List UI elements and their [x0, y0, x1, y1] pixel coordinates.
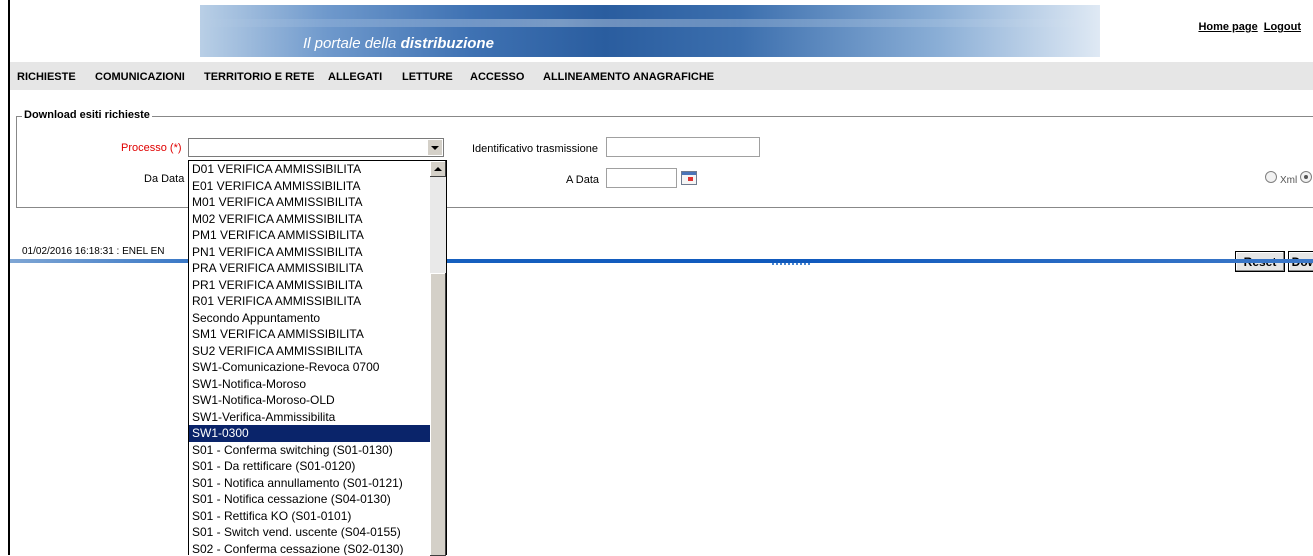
menu-item-allineamento-anagrafiche[interactable]: ALLINEAMENTO ANAGRAFICHE — [543, 71, 714, 83]
status-text: 01/02/2016 16:18:31 : ENEL EN — [22, 246, 165, 257]
banner-stripe — [200, 19, 1100, 27]
menu-item-allegati[interactable]: ALLEGATI — [328, 71, 382, 83]
dropdown-option[interactable]: SM1 VERIFICA AMMISSIBILITA — [189, 326, 430, 343]
dropdown-option[interactable]: S01 - Da rettificare (S01-0120) — [189, 458, 430, 475]
dropdown-option[interactable]: M02 VERIFICA AMMISSIBILITA — [189, 211, 430, 228]
dropdown-option[interactable]: SW1-Notifica-Moroso-OLD — [189, 392, 430, 409]
processo-label: Processo (*) — [121, 142, 182, 154]
menu-item-richieste[interactable]: RICHIESTE — [17, 71, 76, 83]
top-links: Home page Logout — [1192, 21, 1301, 33]
format-xml-radio[interactable] — [1265, 171, 1277, 183]
id-trasmissione-label: Identificativo trasmissione — [472, 143, 598, 155]
dropdown-option-selected[interactable]: SW1-0300 — [189, 425, 430, 442]
dropdown-option[interactable]: SU2 VERIFICA AMMISSIBILITA — [189, 343, 430, 360]
calendar-icon[interactable] — [681, 171, 697, 185]
dropdown-option[interactable]: M01 VERIFICA AMMISSIBILITA — [189, 194, 430, 211]
dropdown-option[interactable]: SW1-Notifica-Moroso — [189, 376, 430, 393]
format-xml-label: Xml — [1280, 175, 1298, 186]
processo-select[interactable] — [188, 138, 444, 157]
dropdown-option[interactable]: S01 - Notifica cessazione (S04-0130) — [189, 491, 430, 508]
dropdown-option[interactable]: D01 VERIFICA AMMISSIBILITA — [189, 161, 430, 178]
dropdown-option[interactable]: Secondo Appuntamento — [189, 310, 430, 327]
scroll-up-icon[interactable] — [430, 161, 446, 177]
menu-item-letture[interactable]: LETTURE — [402, 71, 453, 83]
main-menu: RICHIESTE COMUNICAZIONI TERRITORIO E RET… — [10, 62, 1313, 90]
menu-item-accesso[interactable]: ACCESSO — [470, 71, 524, 83]
dropdown-option[interactable]: SW1-Comunicazione-Revoca 0700 — [189, 359, 430, 376]
chevron-down-icon[interactable] — [427, 140, 442, 155]
dropdown-option[interactable]: S01 - Switch vend. uscente (S04-0155) — [189, 524, 430, 541]
a-data-label: A Data — [566, 174, 600, 186]
portal-title-prefix: Il portale della — [303, 35, 397, 52]
dropdown-option[interactable]: PN1 VERIFICA AMMISSIBILITA — [189, 244, 430, 261]
dropdown-option[interactable]: E01 VERIFICA AMMISSIBILITA — [189, 178, 430, 195]
dropdown-option[interactable]: R01 VERIFICA AMMISSIBILITA — [189, 293, 430, 310]
dropdown-scrollbar[interactable] — [430, 160, 447, 556]
dropdown-option[interactable]: PRA VERIFICA AMMISSIBILITA — [189, 260, 430, 277]
menu-item-comunicazioni[interactable]: COMUNICAZIONI — [95, 71, 185, 83]
dropdown-option[interactable]: S02 - Conferma cessazione (S02-0130) — [189, 541, 430, 556]
id-trasmissione-input[interactable] — [606, 137, 760, 157]
a-data-input[interactable] — [606, 168, 677, 188]
scrollbar-thumb[interactable] — [430, 273, 446, 556]
portal-title: Il portale della distribuzione — [303, 35, 494, 52]
dropdown-option[interactable]: SW1-Verifica-Ammissibilita — [189, 409, 430, 426]
processo-dropdown-list[interactable]: D01 VERIFICA AMMISSIBILITA E01 VERIFICA … — [188, 160, 431, 555]
dropdown-option[interactable]: S01 - Conferma switching (S01-0130) — [189, 442, 430, 459]
dropdown-option[interactable]: PM1 VERIFICA AMMISSIBILITA — [189, 227, 430, 244]
progress-dots — [772, 263, 812, 265]
menu-item-territorio-e-rete[interactable]: TERRITORIO E RETE — [204, 71, 314, 83]
logout-link[interactable]: Logout — [1264, 21, 1301, 33]
dropdown-option[interactable]: PR1 VERIFICA AMMISSIBILITA — [189, 277, 430, 294]
format-other-radio[interactable] — [1300, 171, 1312, 183]
home-page-link[interactable]: Home page — [1198, 21, 1257, 33]
portal-banner: Il portale della distribuzione — [200, 5, 1100, 57]
portal-title-bold: distribuzione — [400, 35, 494, 52]
dropdown-option[interactable]: S01 - Notifica annullamento (S01-0121) — [189, 475, 430, 492]
dropdown-option[interactable]: S01 - Rettifica KO (S01-0101) — [189, 508, 430, 525]
da-data-label: Da Data — [144, 173, 185, 185]
form-legend: Download esiti richieste — [22, 109, 152, 121]
